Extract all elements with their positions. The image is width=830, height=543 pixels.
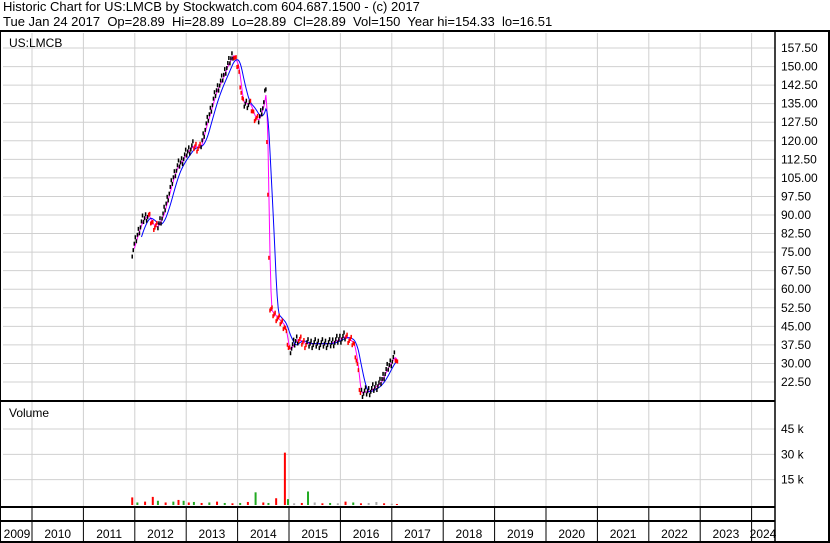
year-label: 2022: [661, 527, 688, 541]
price-tick-label: 75.00: [781, 245, 811, 259]
price-tick-label: 142.50: [781, 78, 818, 92]
volume-bar: [223, 502, 226, 505]
chart-title: US:LMCB: [9, 36, 62, 50]
volume-bar: [375, 501, 378, 505]
volume-bar: [293, 503, 296, 505]
volume-bar: [313, 502, 316, 505]
volume-bar: [359, 503, 362, 505]
year-label: 2020: [558, 527, 585, 541]
volume-bar: [136, 502, 139, 505]
price-tick-label: 90.00: [781, 208, 811, 222]
year-label: 2019: [507, 527, 534, 541]
volume-bar: [352, 502, 355, 505]
volume-bar: [367, 502, 370, 505]
volume-bar: [246, 501, 249, 505]
volume-bar: [156, 500, 159, 505]
price-tick-label: 120.00: [781, 134, 818, 148]
volume-bar: [307, 491, 310, 505]
volume-tick-label: 45 k: [781, 422, 805, 436]
year-label: 2021: [610, 527, 637, 541]
volume-bar: [336, 503, 339, 505]
volume-tick-label: 30 k: [781, 447, 805, 461]
volume-bar: [286, 499, 289, 505]
price-tick-label: 135.00: [781, 97, 818, 111]
volume-bar: [182, 500, 185, 505]
volume-bar: [390, 503, 393, 505]
chart-frame: [0, 30, 830, 543]
volume-bar: [275, 498, 278, 505]
price-tick-label: 30.00: [781, 356, 811, 370]
price-tick-label: 105.00: [781, 171, 818, 185]
volume-bar: [151, 496, 154, 505]
volume-bar: [300, 502, 303, 505]
price-tick-label: 60.00: [781, 282, 811, 296]
year-label: 2009: [4, 527, 31, 541]
year-label: 2011: [96, 527, 122, 541]
price-tick-label: 97.50: [781, 189, 811, 203]
year-label: 2012: [147, 527, 174, 541]
volume-bar: [321, 503, 324, 505]
year-label: 2018: [456, 527, 483, 541]
volume-bar: [383, 503, 386, 505]
price-tick-label: 22.50: [781, 375, 811, 389]
price-tick-label: 157.50: [781, 41, 818, 55]
stock-chart: Historic Chart for US:LMCB by Stockwatch…: [0, 0, 830, 543]
chart-canvas: 157.50 150.00 142.50 135.00 127.50 120.00 112.…: [0, 30, 830, 543]
volume-bar: [262, 502, 265, 505]
volume-bar: [267, 502, 270, 505]
price-tick-label: 112.50: [781, 152, 817, 166]
price-tick-label: 82.50: [781, 227, 811, 241]
volume-bar: [344, 501, 347, 505]
price-tick-label: 37.50: [781, 338, 811, 352]
volume-bar: [231, 503, 234, 505]
year-label: 2017: [404, 527, 431, 541]
price-tick-label: 127.50: [781, 115, 818, 129]
year-label: 2015: [301, 527, 328, 541]
price-tick-label: 67.50: [781, 264, 811, 278]
volume-bar: [239, 502, 242, 505]
volume-bar: [208, 502, 211, 505]
price-tick-label: 52.50: [781, 301, 811, 315]
year-label: 2023: [713, 527, 740, 541]
volume-bar: [144, 501, 147, 505]
volume-bar: [283, 452, 286, 505]
volume-bar: [254, 492, 257, 505]
volume-bar: [200, 502, 203, 505]
volume-bar: [395, 503, 398, 505]
volume-bar: [216, 501, 219, 505]
year-label: 2010: [44, 527, 71, 541]
year-label: 2014: [250, 527, 277, 541]
volume-bar: [187, 502, 190, 505]
year-label: 2024: [750, 527, 777, 541]
volume-title: Volume: [9, 406, 49, 420]
volume-tick-label: 15 k: [781, 473, 805, 487]
price-tick-label: 150.00: [781, 60, 818, 74]
year-label: 2013: [199, 527, 226, 541]
volume-bar: [172, 501, 175, 505]
price-tick-label: 45.00: [781, 319, 811, 333]
volume-bar: [329, 502, 332, 505]
year-label: 2016: [353, 527, 380, 541]
volume-bar: [192, 501, 195, 505]
volume-bar: [131, 497, 134, 505]
volume-bar: [164, 502, 167, 505]
volume-bar: [177, 499, 180, 505]
